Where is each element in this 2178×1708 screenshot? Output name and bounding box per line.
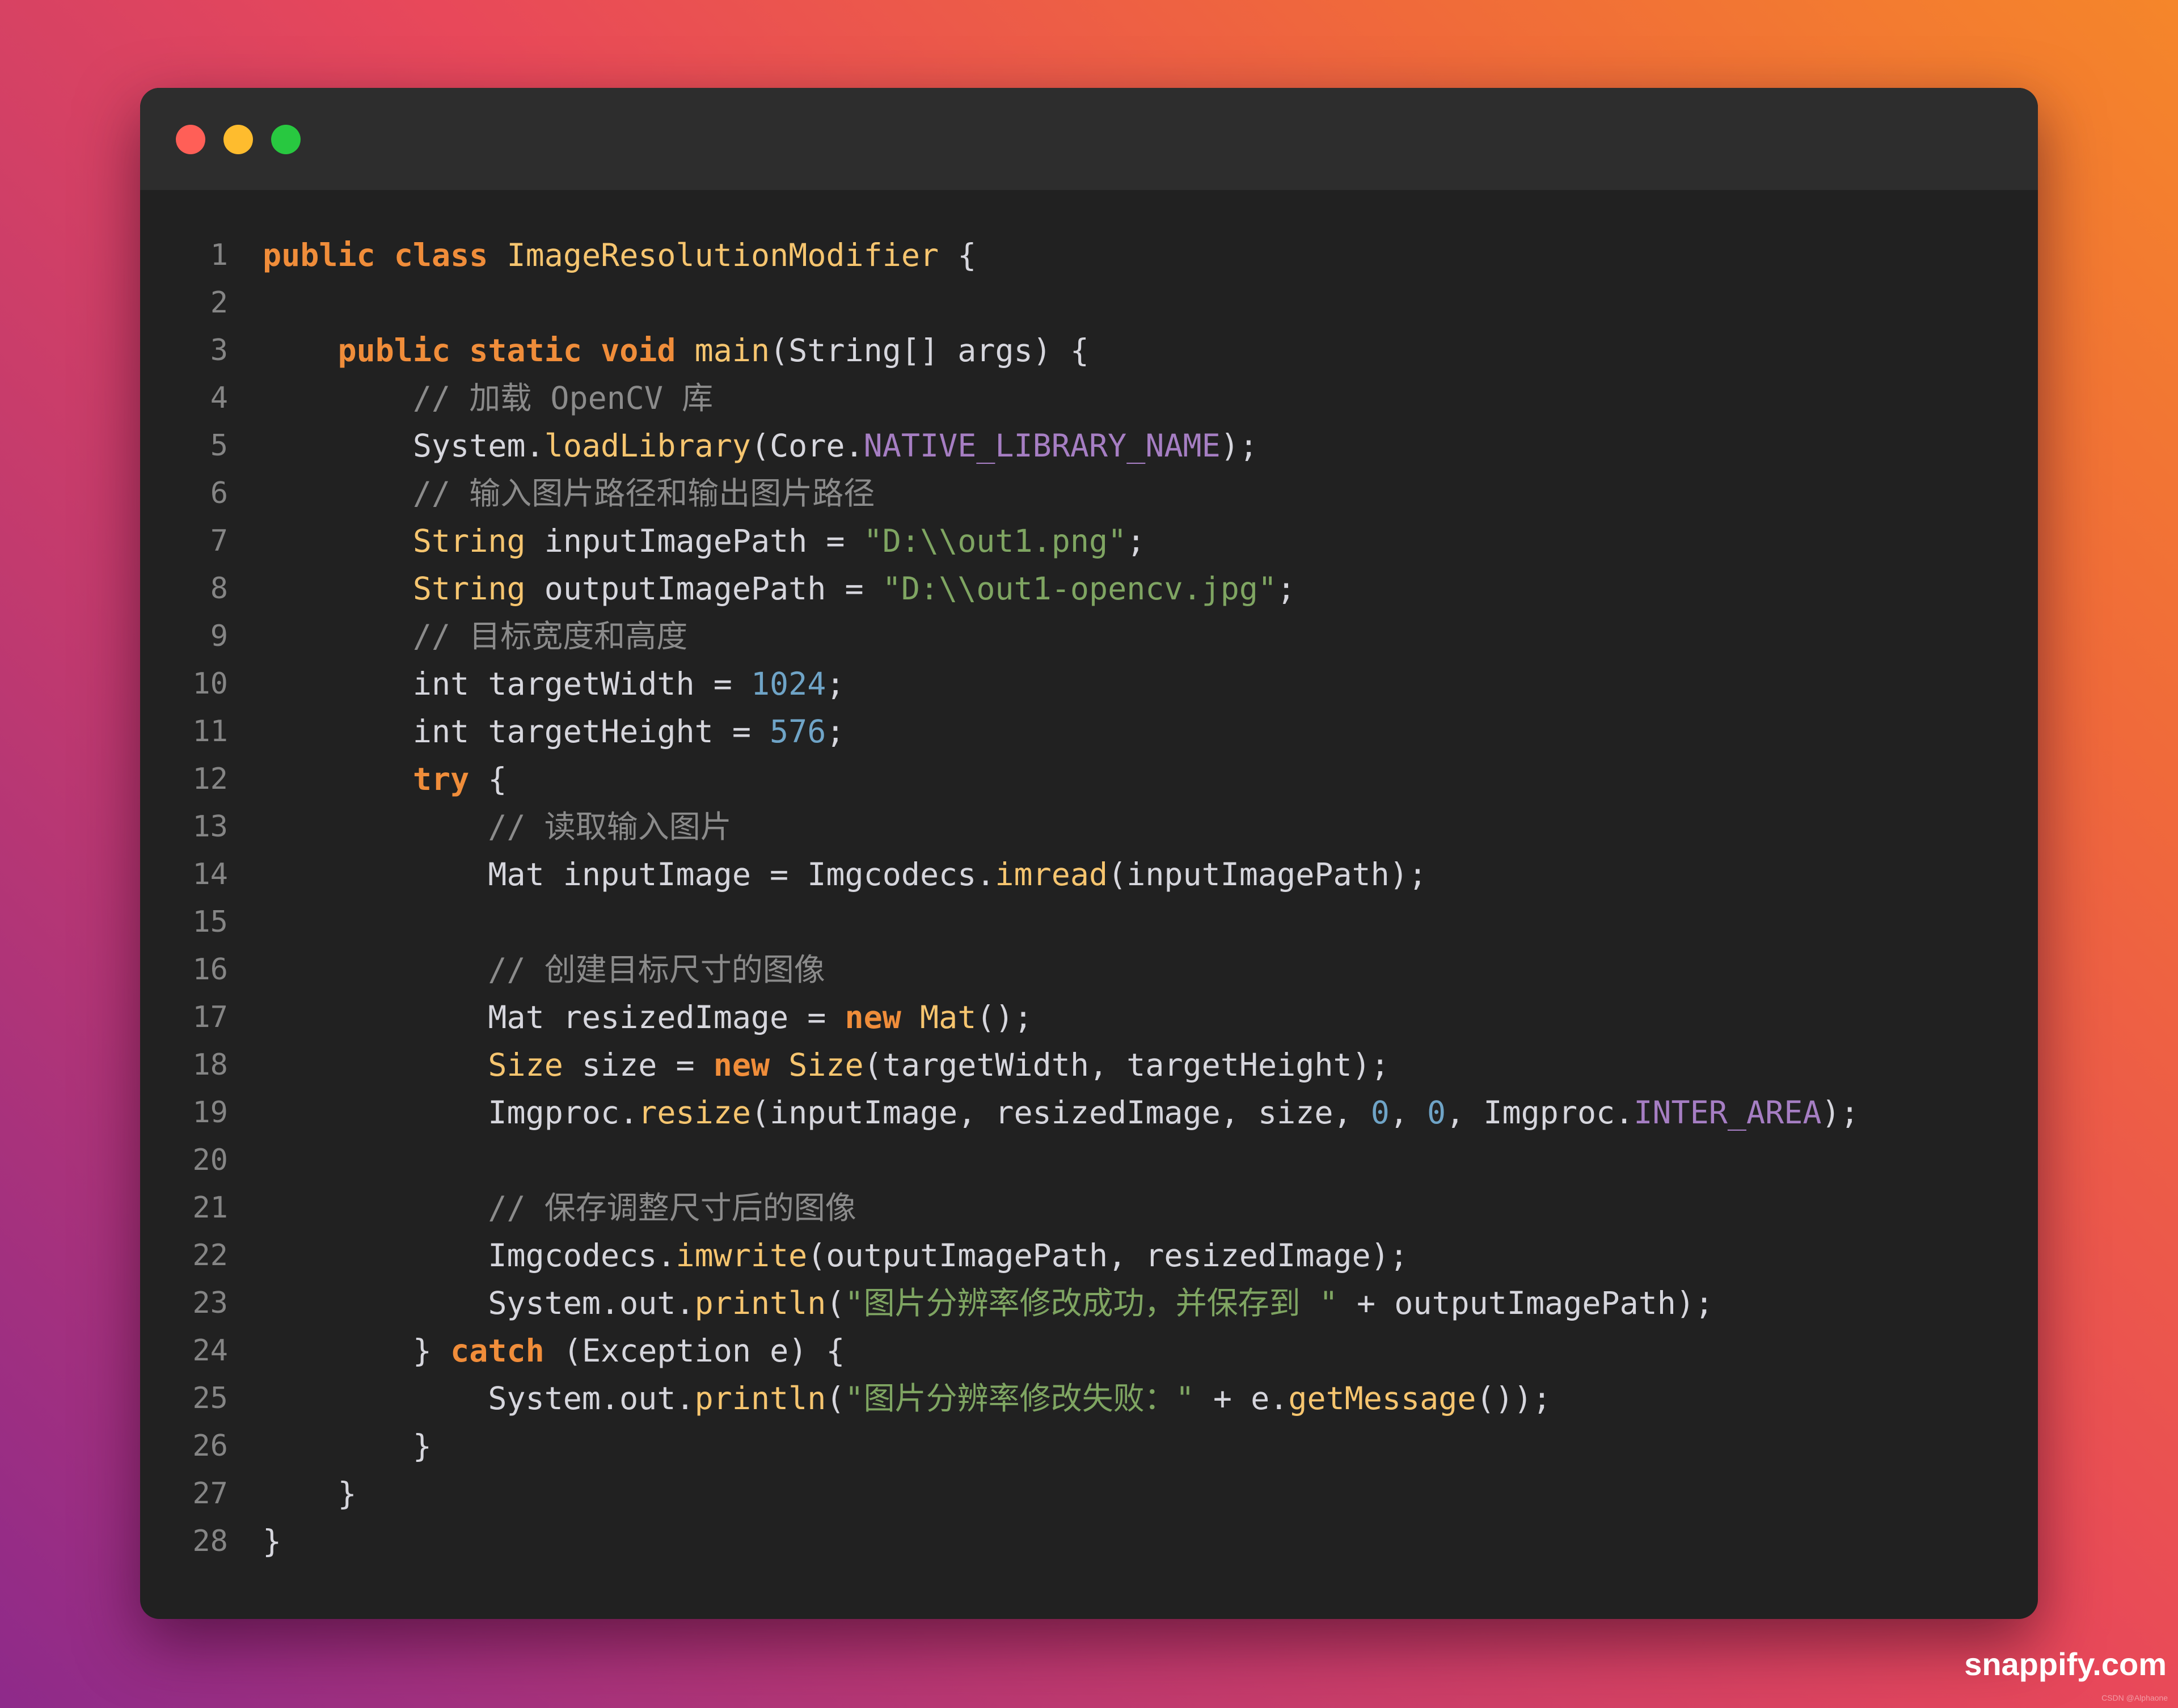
code-line: 3 public static void main(String[] args)… bbox=[140, 327, 2038, 374]
code-line: 14 Mat inputImage = Imgcodecs.imread(inp… bbox=[140, 851, 2038, 898]
code-text: System.out.println("图片分辨率修改成功，并保存到 " + o… bbox=[263, 1285, 1714, 1321]
code-line: 16 // 创建目标尺寸的图像 bbox=[140, 946, 2038, 993]
line-number: 15 bbox=[192, 905, 228, 939]
minimize-button[interactable] bbox=[223, 125, 253, 154]
code-line: 26 } bbox=[140, 1422, 2038, 1470]
code-line: 5 System.loadLibrary(Core.NATIVE_LIBRARY… bbox=[140, 422, 2038, 470]
code-line: 7 String inputImagePath = "D:\\out1.png"… bbox=[140, 517, 2038, 565]
code-line: 25 System.out.println("图片分辨率修改失败：" + e.g… bbox=[140, 1375, 2038, 1422]
code-line: 20 bbox=[140, 1136, 2038, 1184]
code-text: // 目标宽度和高度 bbox=[412, 618, 688, 654]
code-text: System.out.println("图片分辨率修改失败：" + e.getM… bbox=[263, 1380, 1551, 1417]
code-window: 1 public class ImageResolutionModifier { 2… bbox=[140, 88, 2038, 1619]
code-line: 28} bbox=[140, 1517, 2038, 1565]
close-button[interactable] bbox=[176, 125, 205, 154]
line-number: 4 bbox=[210, 381, 228, 415]
code-text: Imgcodecs.imwrite(outputImagePath, resiz… bbox=[263, 1237, 1408, 1274]
code-line: 27 } bbox=[140, 1470, 2038, 1517]
code-line: 19 Imgproc.resize(inputImage, resizedIma… bbox=[140, 1089, 2038, 1136]
line-number: 2 bbox=[210, 286, 228, 320]
line-number: 22 bbox=[192, 1238, 228, 1272]
code-line: 1 public class ImageResolutionModifier { bbox=[140, 231, 2038, 279]
code-text: // 输入图片路径和输出图片路径 bbox=[412, 475, 875, 511]
line-number: 5 bbox=[210, 429, 228, 463]
line-number: 16 bbox=[192, 953, 228, 987]
line-number: 17 bbox=[192, 1000, 228, 1034]
line-number: 7 bbox=[210, 524, 228, 558]
code-line: 18 Size size = new Size(targetWidth, tar… bbox=[140, 1041, 2038, 1089]
line-number: 13 bbox=[192, 810, 228, 844]
line-number: 18 bbox=[192, 1048, 228, 1082]
maximize-button[interactable] bbox=[271, 125, 301, 154]
code-line: 23 System.out.println("图片分辨率修改成功，并保存到 " … bbox=[140, 1279, 2038, 1327]
code-text: // 保存调整尺寸后的图像 bbox=[488, 1190, 856, 1226]
code-text: int targetHeight = 576; bbox=[263, 713, 845, 750]
line-number: 8 bbox=[210, 572, 228, 606]
code-text: System.loadLibrary(Core.NATIVE_LIBRARY_N… bbox=[263, 428, 1259, 464]
line-number: 10 bbox=[192, 667, 228, 701]
brand-label[interactable]: snappify.com bbox=[1964, 1646, 2167, 1682]
line-number: 11 bbox=[192, 715, 228, 749]
code-line: 13 // 读取输入图片 bbox=[140, 803, 2038, 851]
code-text: } bbox=[263, 1523, 282, 1559]
line-number: 21 bbox=[192, 1191, 228, 1225]
window-titlebar bbox=[140, 88, 2038, 190]
code-text: Mat resizedImage = new Mat(); bbox=[263, 999, 1033, 1035]
code-line: 21 // 保存调整尺寸后的图像 bbox=[140, 1184, 2038, 1232]
code-text: String outputImagePath = "D:\\out1-openc… bbox=[412, 570, 1296, 607]
code-line: 24 } catch (Exception e) { bbox=[140, 1327, 2038, 1375]
code-line: 9 // 目标宽度和高度 bbox=[140, 612, 2038, 660]
code-text: // 创建目标尺寸的图像 bbox=[488, 952, 825, 988]
code-editor: 1 public class ImageResolutionModifier { 2… bbox=[140, 231, 2038, 1565]
line-number: 14 bbox=[192, 857, 228, 891]
code-line: 22 Imgcodecs.imwrite(outputImagePath, re… bbox=[140, 1232, 2038, 1279]
code-line: 11 int targetHeight = 576; bbox=[140, 708, 2038, 755]
code-line: 2 bbox=[140, 279, 2038, 327]
line-number: 3 bbox=[210, 333, 228, 367]
code-text: } bbox=[263, 1428, 432, 1464]
code-text: int targetWidth = 1024; bbox=[263, 666, 845, 702]
code-line: 10 int targetWidth = 1024; bbox=[140, 660, 2038, 708]
code-line: 8 String outputImagePath = "D:\\out1-ope… bbox=[140, 565, 2038, 612]
code-text: // 读取输入图片 bbox=[488, 809, 732, 845]
code-text: } catch (Exception e) { bbox=[263, 1333, 845, 1369]
code-text: Imgproc.resize(inputImage, resizedImage,… bbox=[263, 1094, 1859, 1131]
code-text: } bbox=[263, 1476, 357, 1512]
code-text: // 加载 OpenCV 库 bbox=[412, 380, 714, 416]
line-number: 28 bbox=[192, 1524, 228, 1558]
code-text: try { bbox=[412, 761, 507, 797]
line-number: 26 bbox=[192, 1429, 228, 1463]
code-text: public static void main(String[] args) { bbox=[337, 332, 1090, 369]
line-number: 20 bbox=[192, 1143, 228, 1177]
line-number: 25 bbox=[192, 1381, 228, 1415]
line-number: 24 bbox=[192, 1334, 228, 1368]
line-number: 9 bbox=[210, 619, 228, 653]
line-number: 12 bbox=[192, 762, 228, 796]
code-text: String inputImagePath = "D:\\out1.png"; bbox=[412, 523, 1146, 559]
line-number: 23 bbox=[192, 1286, 228, 1320]
line-number: 19 bbox=[192, 1096, 228, 1130]
code-text: public class ImageResolutionModifier { bbox=[263, 237, 977, 273]
code-line: 12 try { bbox=[140, 755, 2038, 803]
code-text: Size size = new Size(targetWidth, target… bbox=[488, 1047, 1390, 1083]
code-line: 17 Mat resizedImage = new Mat(); bbox=[140, 993, 2038, 1041]
code-line: 15 bbox=[140, 898, 2038, 946]
code-text: Mat inputImage = Imgcodecs.imread(inputI… bbox=[263, 856, 1428, 893]
code-line: 6 // 输入图片路径和输出图片路径 bbox=[140, 470, 2038, 517]
watermark: CSDN @Alphaone bbox=[2101, 1693, 2168, 1702]
line-number: 1 bbox=[210, 238, 228, 272]
line-number: 27 bbox=[192, 1477, 228, 1511]
line-number: 6 bbox=[210, 476, 228, 510]
code-line: 4 // 加载 OpenCV 库 bbox=[140, 374, 2038, 422]
